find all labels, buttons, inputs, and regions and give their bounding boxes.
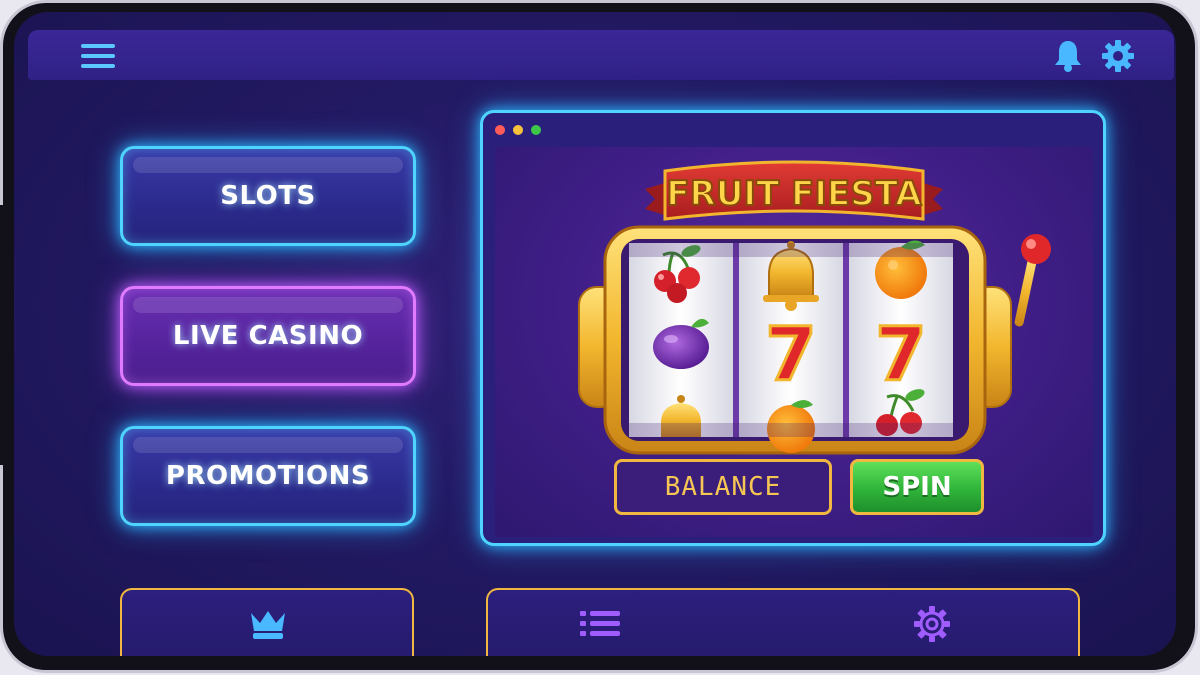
game-title: FRUIT FIESTA: [666, 174, 922, 214]
list-icon[interactable]: [578, 602, 622, 646]
nav-live-casino-button[interactable]: LIVE CASINO: [120, 286, 416, 386]
button-highlight: [133, 157, 403, 173]
window-maximize-dot[interactable]: [531, 125, 541, 135]
top-bar: [28, 30, 1174, 80]
window-titlebar: [483, 113, 1103, 145]
nav-slots-button[interactable]: SLOTS: [120, 146, 416, 246]
hamburger-menu-icon[interactable]: [80, 38, 116, 74]
balance-display: BALANCE: [614, 459, 832, 515]
nav-promotions-button[interactable]: PROMOTIONS: [120, 426, 416, 526]
app-screen: SLOTS LIVE CASINO PROMOTIONS 7 7 FRUIT F…: [14, 12, 1176, 656]
nav-slots-label: SLOTS: [220, 181, 316, 211]
seven-symbol: 7: [875, 312, 927, 398]
window-minimize-dot[interactable]: [513, 125, 523, 135]
seven-symbol: 7: [765, 312, 817, 398]
bottom-card-right: [486, 588, 1080, 656]
button-highlight: [133, 297, 403, 313]
gear-icon[interactable]: [1100, 38, 1136, 74]
nav-live-casino-label: LIVE CASINO: [172, 321, 364, 351]
gear-icon[interactable]: [910, 602, 954, 646]
nav-promotions-label: PROMOTIONS: [165, 461, 371, 491]
bell-icon[interactable]: [1050, 38, 1086, 74]
spin-button[interactable]: SPIN: [850, 459, 984, 515]
crown-icon[interactable]: [246, 602, 290, 646]
button-highlight: [133, 437, 403, 453]
window-close-dot[interactable]: [495, 125, 505, 135]
